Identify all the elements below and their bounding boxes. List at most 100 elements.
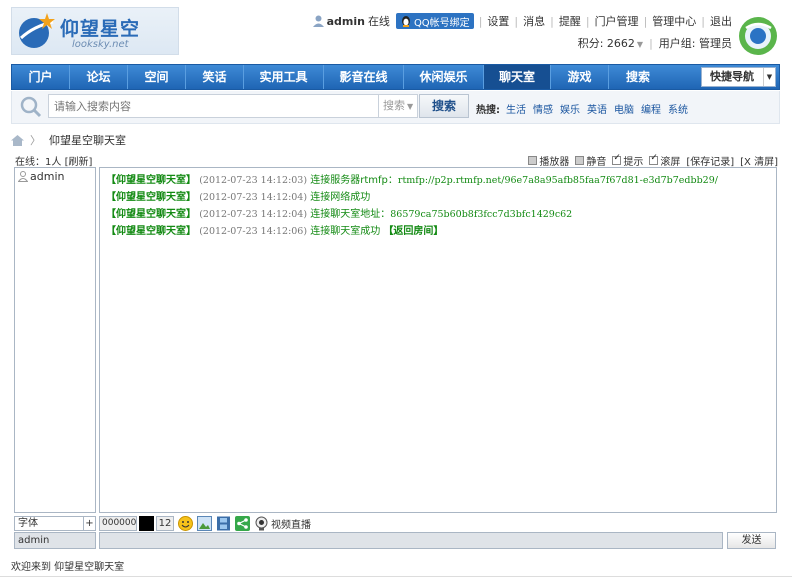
hot-item-emotion[interactable]: 情感 bbox=[533, 101, 553, 116]
hot-item-life[interactable]: 生活 bbox=[506, 101, 526, 116]
points-label: 积分: 2662 bbox=[577, 37, 635, 50]
share-icon[interactable] bbox=[235, 515, 250, 531]
settings-link[interactable]: 设置 bbox=[487, 13, 509, 29]
breadcrumb: 〉 仰望星空聊天室 bbox=[11, 132, 126, 148]
mute-toggle[interactable]: 静音 bbox=[575, 153, 606, 168]
mute-checkbox[interactable] bbox=[575, 156, 585, 165]
breadcrumb-separator: 〉 bbox=[30, 134, 41, 147]
nav-item-chatroom[interactable]: 聊天室 bbox=[484, 65, 551, 89]
sender-name: admin bbox=[14, 532, 96, 549]
nav-item-portal[interactable]: 门户 bbox=[12, 65, 70, 89]
admin-center-link[interactable]: 管理中心 bbox=[652, 13, 696, 29]
user-group: 用户组: 管理员 bbox=[658, 37, 732, 50]
quick-nav-button[interactable]: 快捷导航 ▼ bbox=[701, 67, 776, 87]
user-stats: 积分: 2662 ▼ | 用户组: 管理员 bbox=[578, 35, 732, 51]
message-time: (2012-07-23 14:12:04) bbox=[199, 192, 308, 203]
hot-item-system[interactable]: 系统 bbox=[668, 101, 688, 116]
message-text: 连接聊天室地址： bbox=[310, 209, 391, 220]
nav-item-media[interactable]: 影音在线 bbox=[324, 65, 404, 89]
search-input[interactable] bbox=[48, 94, 380, 118]
search-type-select[interactable]: 搜索 ▼ bbox=[378, 94, 418, 118]
message-time: (2012-07-23 14:12:06) bbox=[199, 226, 308, 237]
message-url: rtmfp://p2p.rtmfp.net/96e7a8a95afb85faa7… bbox=[397, 175, 718, 186]
chevron-down-icon: ▼ bbox=[407, 102, 414, 111]
qq-bind-label: QQ帐号绑定 bbox=[413, 17, 470, 29]
portal-admin-link[interactable]: 门户管理 bbox=[595, 13, 639, 29]
logout-link[interactable]: 退出 bbox=[710, 13, 732, 29]
input-toolbar: 000000 12 视频直播 bbox=[99, 515, 311, 531]
home-icon[interactable] bbox=[11, 134, 24, 146]
player-label: 播放器 bbox=[539, 157, 570, 168]
qq-penguin-icon bbox=[401, 16, 410, 27]
scroll-toggle[interactable]: 滚屏 bbox=[649, 153, 680, 168]
search-button[interactable]: 搜索 bbox=[419, 94, 469, 118]
image-icon[interactable] bbox=[197, 515, 212, 531]
font-select[interactable]: 字体 + bbox=[14, 516, 96, 531]
send-button[interactable]: 发送 bbox=[727, 532, 776, 549]
logo-domain: looksky.net bbox=[72, 39, 129, 50]
nav-item-search[interactable]: 搜索 bbox=[609, 65, 667, 89]
hot-item-programming[interactable]: 编程 bbox=[641, 101, 661, 116]
nav-item-forum[interactable]: 论坛 bbox=[70, 65, 128, 89]
message-text: 连接网络成功 bbox=[310, 192, 371, 203]
user-list: admin bbox=[14, 167, 96, 513]
reminders-link[interactable]: 提醒 bbox=[559, 13, 581, 29]
message-text: 连接聊天室成功 bbox=[310, 226, 384, 237]
search-type-label: 搜索 bbox=[383, 99, 405, 112]
chat-message: 【仰望星空聊天室】 (2012-07-23 14:12:03) 连接服务器rtm… bbox=[106, 172, 770, 189]
message-input[interactable] bbox=[99, 532, 723, 549]
hot-item-entertainment[interactable]: 娱乐 bbox=[560, 101, 580, 116]
color-swatch[interactable] bbox=[139, 515, 154, 531]
save-log-link[interactable]: [保存记录] bbox=[686, 153, 734, 168]
nav-item-jokes[interactable]: 笑话 bbox=[186, 65, 244, 89]
chevron-down-icon: ▼ bbox=[763, 68, 775, 86]
message-sender: 【仰望星空聊天室】 bbox=[106, 209, 196, 220]
list-item[interactable]: admin bbox=[15, 168, 95, 185]
hot-search: 热搜: 生活 情感 娱乐 英语 电脑 编程 系统 bbox=[476, 101, 695, 116]
mute-label: 静音 bbox=[586, 157, 607, 168]
messages-link[interactable]: 消息 bbox=[523, 13, 545, 29]
emoji-icon[interactable] bbox=[178, 515, 193, 531]
hot-search-label: 热搜: bbox=[476, 105, 500, 116]
return-room-link[interactable]: 【返回房间】 bbox=[383, 226, 443, 237]
clear-screen-link[interactable]: [X 清屏] bbox=[740, 153, 778, 168]
separator: | bbox=[585, 14, 590, 28]
avatar[interactable] bbox=[738, 16, 778, 56]
points-dropdown[interactable]: 积分: 2662 ▼ bbox=[578, 35, 643, 51]
nav-item-leisure[interactable]: 休闲娱乐 bbox=[404, 65, 484, 89]
scroll-checkbox[interactable] bbox=[649, 153, 659, 165]
separator: | bbox=[478, 14, 483, 28]
chat-message: 【仰望星空聊天室】 (2012-07-23 14:12:04) 连接聊天室地址：… bbox=[106, 206, 770, 223]
user-bar: admin 在线 QQ帐号绑定 | 设置 | 消息 | 提醒 | 门户管理 | … bbox=[312, 13, 732, 29]
username-link[interactable]: admin bbox=[327, 15, 365, 28]
hot-item-english[interactable]: 英语 bbox=[587, 101, 607, 116]
player-toggle[interactable]: 播放器 bbox=[528, 153, 569, 168]
notify-toggle[interactable]: 提示 bbox=[612, 153, 643, 168]
chevron-down-icon: ▼ bbox=[636, 40, 644, 49]
font-add-button[interactable]: + bbox=[83, 517, 95, 530]
video-live-label[interactable]: 视频直播 bbox=[271, 516, 311, 531]
nav-item-tools[interactable]: 实用工具 bbox=[244, 65, 324, 89]
separator: | bbox=[514, 14, 519, 28]
player-checkbox[interactable] bbox=[528, 156, 538, 165]
nav-item-space[interactable]: 空间 bbox=[128, 65, 186, 89]
message-time: (2012-07-23 14:12:03) bbox=[199, 175, 308, 186]
notify-checkbox[interactable] bbox=[612, 153, 622, 165]
notify-label: 提示 bbox=[623, 157, 644, 168]
hot-item-computer[interactable]: 电脑 bbox=[614, 101, 634, 116]
user-icon bbox=[18, 171, 28, 182]
message-sender: 【仰望星空聊天室】 bbox=[106, 175, 196, 186]
webcam-icon[interactable] bbox=[254, 516, 269, 531]
film-icon[interactable] bbox=[216, 516, 231, 531]
welcome-text: 欢迎来到 仰望星空聊天室 bbox=[11, 562, 125, 573]
quick-nav-label: 快捷导航 bbox=[710, 70, 754, 83]
font-size[interactable]: 12 bbox=[156, 515, 174, 531]
nav-item-games[interactable]: 游戏 bbox=[551, 65, 609, 89]
search-icon bbox=[20, 96, 42, 118]
qq-bind-button[interactable]: QQ帐号绑定 bbox=[395, 13, 474, 29]
user-name: admin bbox=[30, 170, 65, 183]
color-value[interactable]: 000000 bbox=[99, 515, 137, 531]
site-logo[interactable]: 仰望星空 looksky.net bbox=[11, 7, 179, 55]
chat-message: 【仰望星空聊天室】 (2012-07-23 14:12:04) 连接网络成功 bbox=[106, 189, 770, 206]
footer-divider bbox=[0, 576, 792, 577]
